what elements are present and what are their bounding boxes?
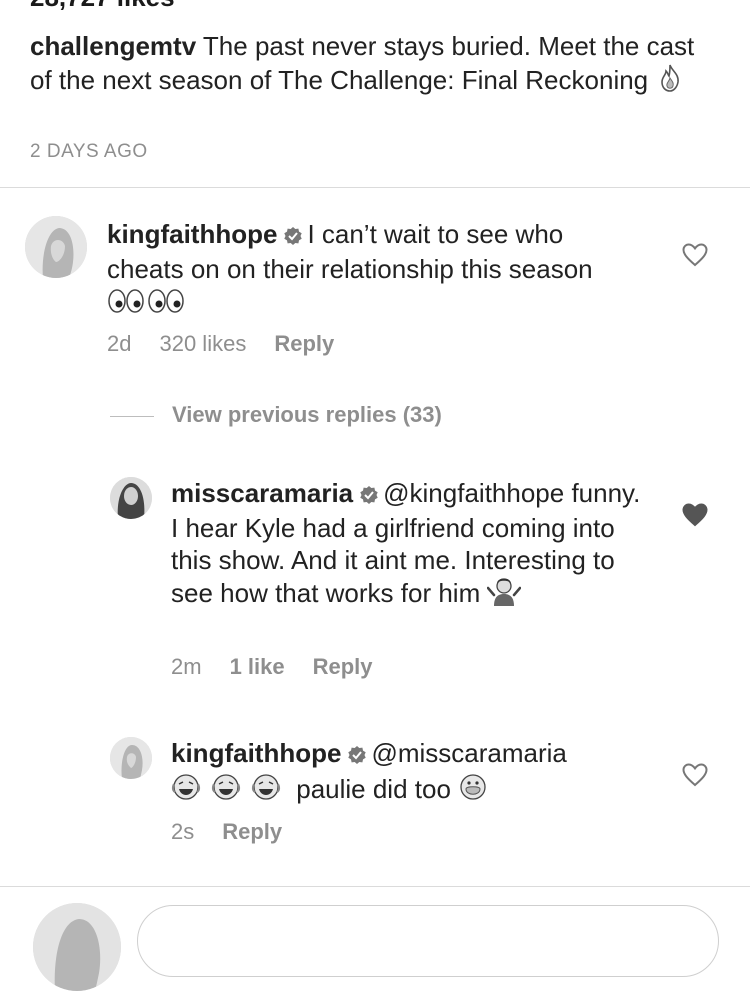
avatar[interactable] (110, 477, 152, 519)
reply-meta: 2m 1 like Reply (171, 654, 401, 680)
reply-button[interactable]: Reply (222, 819, 282, 844)
eyes-emoji (107, 288, 185, 321)
post-caption: challengemtv The past never stays buried… (30, 30, 720, 101)
heart-outline-icon[interactable] (682, 243, 708, 272)
divider (110, 415, 154, 417)
comment-likes[interactable]: 320 likes (159, 331, 246, 356)
likes-count[interactable]: 28,727 likes (30, 0, 175, 13)
comment-input[interactable] (137, 905, 719, 977)
reply-button[interactable]: Reply (313, 654, 373, 679)
comment-meta: 2d 320 likes Reply (107, 331, 362, 357)
view-previous-label[interactable]: View previous replies (33) (172, 402, 442, 427)
comment-username[interactable]: kingfaithhope (107, 219, 277, 249)
reply-time: 2s (171, 819, 195, 844)
avatar[interactable] (25, 216, 87, 278)
reply-button[interactable]: Reply (274, 331, 334, 356)
verified-badge-icon (283, 221, 303, 253)
reply-username[interactable]: kingfaithhope (171, 738, 341, 768)
person-shrugging-emoji (487, 576, 522, 613)
comment-body: kingfaithhope I can’t wait to see who che… (107, 218, 647, 321)
hand-over-mouth-emoji (458, 772, 488, 809)
post-timestamp: 2 DAYS AGO (30, 141, 148, 162)
reply-mention[interactable]: @misscaramaria (371, 738, 566, 768)
fire-emoji (655, 63, 685, 101)
reply-likes[interactable]: 1 like (230, 654, 285, 679)
verified-badge-icon (347, 740, 367, 772)
reply-body: misscaramaria @kingfaithhope funny. I hea… (171, 477, 651, 613)
caption-username[interactable]: challengemtv (30, 31, 196, 61)
reply-text: paulie did too (296, 774, 451, 804)
avatar[interactable] (110, 737, 152, 779)
reply-username[interactable]: misscaramaria (171, 478, 353, 508)
verified-badge-icon (359, 480, 379, 512)
heart-outline-icon[interactable] (682, 763, 708, 792)
reply-body: kingfaithhope @misscaramaria paulie did … (171, 737, 651, 809)
avatar (33, 903, 121, 991)
reply-time: 2m (171, 654, 202, 679)
heart-filled-icon[interactable] (682, 503, 708, 532)
reply-meta: 2s Reply (171, 819, 310, 845)
divider (0, 886, 750, 887)
divider (0, 187, 750, 188)
comment-time: 2d (107, 331, 132, 356)
tears-of-joy-emoji (171, 772, 289, 809)
view-previous-replies[interactable]: View previous replies (33) (110, 402, 442, 428)
